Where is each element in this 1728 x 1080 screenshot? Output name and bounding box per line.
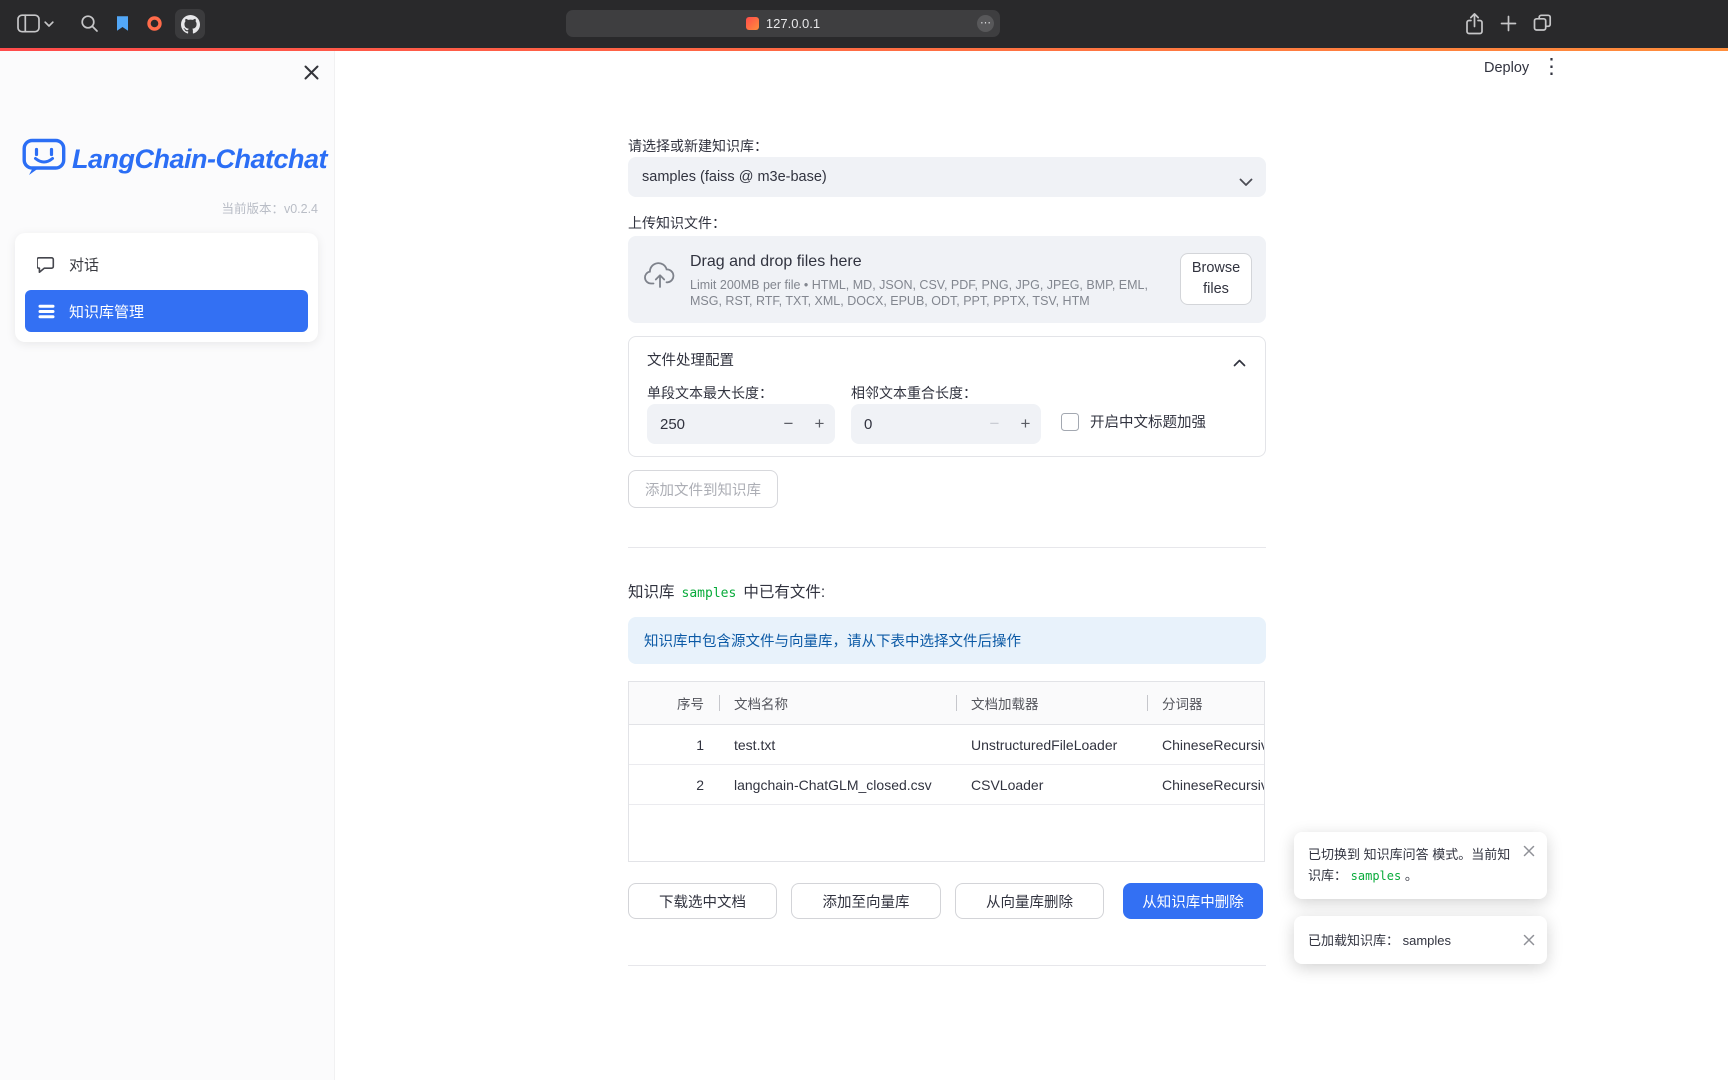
plus-stepper-button[interactable]: +	[804, 414, 835, 434]
toast-text: 已切换到 知识库问答 模式。当前知识库： samples 。	[1308, 844, 1511, 887]
sidebar: LangChain-Chatchat 当前版本：v0.2.4 对话 知识库管理	[0, 51, 335, 1080]
overlap-input[interactable]: 0 − +	[851, 404, 1041, 444]
minus-stepper-button[interactable]: −	[773, 414, 804, 434]
divider	[628, 547, 1266, 548]
column-resize-handle[interactable]	[719, 695, 720, 711]
chunk-size-input[interactable]: 250 − +	[647, 404, 835, 444]
page-options-icon[interactable]: ⋯	[977, 15, 994, 32]
sidebar-close-icon[interactable]	[301, 62, 321, 82]
zh-title-checkbox[interactable]: 开启中文标题加强	[1061, 411, 1206, 432]
download-selected-button[interactable]: 下载选中文档	[628, 883, 777, 919]
toast-close-icon[interactable]	[1523, 845, 1535, 857]
toast-close-icon[interactable]	[1523, 934, 1535, 946]
toast-kb-loaded: 已加载知识库： samples	[1294, 916, 1547, 964]
browse-files-button[interactable]: Browse files	[1180, 253, 1252, 305]
cell-loader: CSVLoader	[957, 777, 1148, 793]
new-tab-icon[interactable]	[1500, 15, 1517, 32]
toolbar-chevron-down-icon[interactable]	[44, 21, 54, 28]
sidebar-item-dialogue[interactable]: 对话	[25, 243, 308, 285]
sidebar-menu: 对话 知识库管理	[15, 233, 318, 342]
cell-splitter: ChineseRecursiveTextSplitter	[1148, 737, 1264, 753]
logo-chat-icon	[22, 137, 66, 182]
add-files-button[interactable]: 添加文件到知识库	[628, 470, 778, 508]
expander-title: 文件处理配置	[647, 349, 734, 370]
chevron-up-icon	[1233, 355, 1246, 371]
logo-text: LangChain-Chatchat	[72, 144, 327, 175]
divider	[628, 965, 1266, 966]
app-logo: LangChain-Chatchat	[22, 137, 327, 182]
sidebar-item-kb-management[interactable]: 知识库管理	[25, 290, 308, 332]
screen: 127.0.0.1 ⋯ LangChain-Chatchat 当前版本：v0.2…	[0, 0, 1728, 1080]
column-resize-handle[interactable]	[956, 695, 957, 711]
overlap-label: 相邻文本重合长度：	[851, 383, 977, 403]
kb-select-label: 请选择或新建知识库：	[628, 136, 768, 156]
add-to-vector-button[interactable]: 添加至向量库	[791, 883, 941, 919]
heading-prefix: 知识库	[628, 580, 675, 602]
url-text: 127.0.0.1	[766, 16, 820, 31]
tabs-overview-icon[interactable]	[1532, 13, 1553, 34]
plus-stepper-button[interactable]: +	[1010, 414, 1041, 434]
file-dropzone[interactable]: Drag and drop files here Limit 200MB per…	[628, 236, 1266, 323]
extension-icon-orange[interactable]	[146, 15, 163, 32]
menu-item-label: 知识库管理	[69, 301, 144, 322]
file-config-expander: 文件处理配置 单段文本最大长度： 相邻文本重合长度： 250 − + 0 − +…	[628, 336, 1266, 457]
github-extension-button[interactable]	[175, 9, 205, 39]
cell-loader: UnstructuredFileLoader	[957, 737, 1148, 753]
version-label: 当前版本：v0.2.4	[15, 198, 318, 217]
table-header: 序号 文档名称 文档加载器 分词器	[629, 682, 1264, 725]
upload-cloud-icon	[643, 262, 677, 294]
files-table: 序号 文档名称 文档加载器 分词器 1 test.txt Unstructure…	[628, 681, 1265, 862]
extension-icon-blue[interactable]	[115, 15, 130, 32]
dropzone-text: Drag and drop files here Limit 200MB per…	[690, 253, 1168, 309]
share-icon[interactable]	[1464, 12, 1485, 36]
table-row[interactable]: 2 langchain-ChatGLM_closed.csv CSVLoader…	[629, 765, 1264, 805]
kb-selectbox[interactable]: samples (faiss @ m3e-base)	[628, 157, 1266, 197]
chunk-size-value[interactable]: 250	[647, 416, 773, 433]
sidebar-toggle-icon[interactable]	[17, 14, 40, 33]
github-icon	[181, 15, 200, 34]
dropzone-limit: Limit 200MB per file • HTML, MD, JSON, C…	[690, 278, 1168, 309]
info-banner: 知识库中包含源文件与向量库，请从下表中选择文件后操作	[628, 617, 1266, 664]
kb-stack-icon	[37, 304, 56, 319]
kb-name-code: samples	[1351, 869, 1402, 883]
cell-name: test.txt	[720, 737, 957, 753]
cell-index: 2	[629, 777, 720, 793]
search-icon[interactable]	[80, 14, 99, 33]
cell-splitter: ChineseRecursiveTextSplitter	[1148, 777, 1264, 793]
delete-from-kb-button[interactable]: 从知识库中删除	[1123, 883, 1263, 919]
col-header-splitter[interactable]: 分词器	[1148, 693, 1264, 713]
col-header-index[interactable]: 序号	[629, 693, 720, 713]
checkbox-box[interactable]	[1061, 413, 1079, 431]
delete-from-vector-button[interactable]: 从向量库删除	[955, 883, 1104, 919]
overlap-value[interactable]: 0	[851, 416, 979, 433]
cell-index: 1	[629, 737, 720, 753]
chevron-down-icon	[1239, 174, 1253, 190]
col-header-name[interactable]: 文档名称	[720, 693, 957, 713]
menu-item-label: 对话	[69, 254, 99, 275]
cell-name: langchain-ChatGLM_closed.csv	[720, 777, 957, 793]
existing-files-heading: 知识库 samples 中已有文件:	[628, 580, 825, 602]
col-header-loader[interactable]: 文档加载器	[957, 693, 1148, 713]
site-favicon	[746, 17, 759, 30]
kb-name-code: samples	[682, 586, 737, 601]
column-resize-handle[interactable]	[1147, 695, 1148, 711]
minus-stepper-button[interactable]: −	[979, 414, 1010, 434]
deploy-button[interactable]: Deploy	[1484, 60, 1529, 76]
checkbox-label: 开启中文标题加强	[1090, 411, 1206, 432]
chunk-size-label: 单段文本最大长度：	[647, 383, 773, 403]
chat-bubble-icon	[37, 255, 56, 274]
address-bar[interactable]: 127.0.0.1 ⋯	[566, 10, 1000, 37]
browser-toolbar: 127.0.0.1 ⋯	[0, 0, 1728, 48]
toast-text: 已加载知识库： samples	[1308, 930, 1451, 951]
table-row[interactable]: 1 test.txt UnstructuredFileLoader Chines…	[629, 725, 1264, 765]
kb-selected-value: samples (faiss @ m3e-base)	[642, 169, 827, 185]
upload-label: 上传知识文件：	[628, 213, 726, 233]
heading-suffix: 中已有文件:	[743, 580, 825, 602]
dropzone-title: Drag and drop files here	[690, 253, 1168, 271]
expander-header[interactable]: 文件处理配置	[629, 337, 1265, 381]
main-menu-icon[interactable]: ⋮	[1541, 56, 1562, 77]
toast-mode-switched: 已切换到 知识库问答 模式。当前知识库： samples 。	[1294, 832, 1547, 899]
